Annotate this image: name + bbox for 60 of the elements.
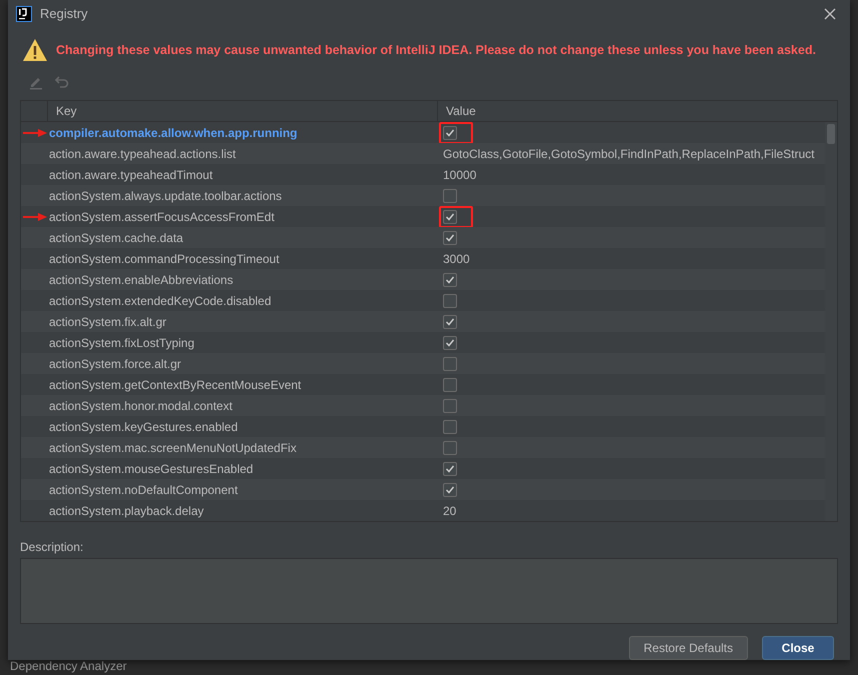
- check-icon: [445, 464, 455, 474]
- checkbox[interactable]: [443, 462, 457, 476]
- table-cell-text: action.aware.typeahead.actions.list: [48, 146, 237, 161]
- warning-icon: [22, 38, 48, 62]
- check-icon: [445, 212, 455, 222]
- checkbox[interactable]: [443, 420, 457, 434]
- window-title: Registry: [40, 6, 88, 22]
- table-cell-text: actionSystem.mac.screenMenuNotUpdatedFix: [48, 440, 298, 455]
- description-field[interactable]: [20, 558, 838, 624]
- table-cell-text: actionSystem.enableAbbreviations: [48, 272, 234, 287]
- checkbox[interactable]: [443, 440, 457, 455]
- checkbox[interactable]: [443, 336, 457, 350]
- table-cell-text: actionSystem.assertFocusAccessFromEdt: [48, 210, 276, 224]
- checkbox[interactable]: [443, 314, 457, 329]
- table-cell-text: actionSystem.keyGestures.enabled: [48, 420, 239, 434]
- tool-window-label: Dependency Analyzer: [10, 659, 127, 673]
- table-cell-text: actionSystem.extendedKeyCode.disabled: [48, 294, 272, 308]
- table-cell-text: actionSystem.getContextByRecentMouseEvent: [48, 378, 302, 392]
- checkbox[interactable]: [443, 272, 457, 287]
- checkbox[interactable]: [443, 482, 457, 497]
- table-cell-text: actionSystem.noDefaultComponent: [48, 482, 239, 497]
- checkbox[interactable]: [443, 230, 457, 245]
- checkbox[interactable]: [443, 294, 457, 308]
- checkbox[interactable]: [443, 188, 457, 203]
- check-icon: [445, 484, 455, 495]
- checkbox[interactable]: [443, 356, 457, 371]
- table-cell-text: GotoClass,GotoFile,GotoSymbol,FindInPath,ReplaceInPath,FileStruct: [442, 146, 816, 161]
- close-button[interactable]: Close: [762, 636, 834, 660]
- check-icon: [445, 232, 455, 243]
- description-label: Description:: [20, 540, 84, 554]
- checkbox[interactable]: [443, 126, 457, 140]
- column-header[interactable]: Key: [47, 100, 437, 122]
- checkbox[interactable]: [443, 210, 457, 224]
- table-cell-text: actionSystem.fixLostTyping: [48, 336, 196, 350]
- table-cell-text: 10000: [442, 168, 478, 182]
- check-icon: [445, 316, 455, 327]
- arrow-icon: [23, 213, 47, 222]
- table-cell-text: compiler.automake.allow.when.app.running: [48, 126, 298, 140]
- check-icon: [445, 128, 455, 138]
- table-cell-text: 20: [442, 504, 458, 518]
- table-cell-text: actionSystem.commandProcessingTimeout: [48, 252, 280, 266]
- arrow-icon: [23, 129, 47, 138]
- checkbox[interactable]: [443, 398, 457, 413]
- checkbox[interactable]: [443, 378, 457, 392]
- table-cell-text: action.aware.typeaheadTimout: [48, 168, 214, 182]
- warning-text: Changing these values may cause unwanted behavior of IntelliJ IDEA. Please do not change these unless you have been asked.: [56, 42, 816, 57]
- table-cell-text: actionSystem.mouseGesturesEnabled: [48, 462, 254, 476]
- undo-icon: [54, 74, 70, 90]
- table-cell-text: actionSystem.honor.modal.context: [48, 398, 234, 413]
- check-icon: [445, 274, 455, 285]
- table-cell-text: actionSystem.cache.data: [48, 230, 184, 245]
- restore-defaults-button[interactable]: Restore Defaults: [628, 636, 748, 660]
- table-cell-text: 3000: [442, 252, 471, 266]
- column-header[interactable]: Value: [437, 100, 825, 122]
- app-logo-icon: [16, 6, 32, 22]
- table-cell-text: actionSystem.force.alt.gr: [48, 356, 182, 371]
- table-cell-text: actionSystem.always.update.toolbar.actions: [48, 188, 283, 203]
- table-cell-text: actionSystem.playback.delay: [48, 504, 205, 518]
- check-icon: [445, 338, 455, 348]
- table-cell-text: actionSystem.fix.alt.gr: [48, 314, 168, 329]
